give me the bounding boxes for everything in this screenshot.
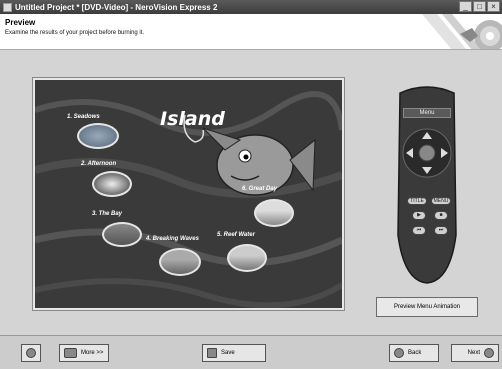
remote-stop-button[interactable]: ■ — [434, 211, 448, 220]
page-title: Preview — [5, 18, 36, 27]
next-arrow-icon — [484, 348, 494, 358]
menu-item-label: 3. The Bay — [92, 211, 123, 217]
title-bar: Untitled Project * [DVD-Video] - NeroVis… — [0, 0, 502, 14]
more-label: More >> — [81, 350, 104, 356]
menu-title: Island — [160, 108, 225, 130]
remote-title-button[interactable]: TITLE — [407, 197, 427, 205]
chapter-thumbnail[interactable] — [77, 123, 119, 149]
close-button[interactable]: × — [487, 1, 500, 12]
more-button[interactable]: More >> — [59, 344, 109, 362]
more-icon — [64, 348, 77, 358]
chapter-thumbnail[interactable] — [227, 244, 267, 272]
next-button[interactable]: Next — [451, 344, 499, 362]
window-title: Untitled Project * [DVD-Video] - NeroVis… — [15, 2, 218, 12]
app-icon — [3, 2, 12, 12]
back-arrow-icon — [394, 348, 404, 358]
help-button[interactable] — [21, 344, 41, 362]
back-label: Back — [408, 350, 422, 356]
chapter-thumbnail[interactable] — [159, 248, 201, 276]
menu-item-label: 2. Afternoon — [81, 161, 117, 167]
maximize-button[interactable]: □ — [473, 1, 486, 12]
chapter-thumbnail[interactable] — [254, 199, 294, 227]
chapter-thumbnail[interactable] — [102, 222, 142, 247]
remote-next-button[interactable]: ⏭ — [434, 226, 448, 235]
chapter-thumbnail[interactable] — [92, 171, 132, 197]
menu-item-label: 1. Seadows — [67, 114, 100, 120]
menu-item-label: 6. Great Day — [242, 186, 278, 192]
preview-menu-animation-button[interactable]: Preview Menu Animation — [376, 297, 478, 317]
help-icon — [26, 348, 36, 358]
next-label: Next — [467, 350, 480, 356]
remote-prev-button[interactable]: ⏮ — [412, 226, 426, 235]
back-button[interactable]: Back — [389, 344, 439, 362]
page-subtitle: Examine the results of your project befo… — [5, 30, 145, 36]
disc-logo — [412, 14, 502, 49]
remote-play-button[interactable]: ▶ — [412, 211, 426, 220]
wizard-header: Preview Examine the results of your proj… — [0, 14, 502, 50]
minimize-button[interactable]: _ — [459, 1, 472, 12]
save-button[interactable]: Save — [202, 344, 266, 362]
remote-screen: Menu — [403, 108, 451, 118]
menu-item-label: 4. Breaking Waves — [146, 236, 199, 242]
menu-item-label: 5. Reef Water — [217, 232, 255, 238]
window-controls: _ □ × — [459, 1, 500, 12]
remote-menu-button[interactable]: MENU — [431, 197, 451, 205]
floppy-icon — [207, 348, 217, 358]
save-label: Save — [221, 350, 235, 356]
